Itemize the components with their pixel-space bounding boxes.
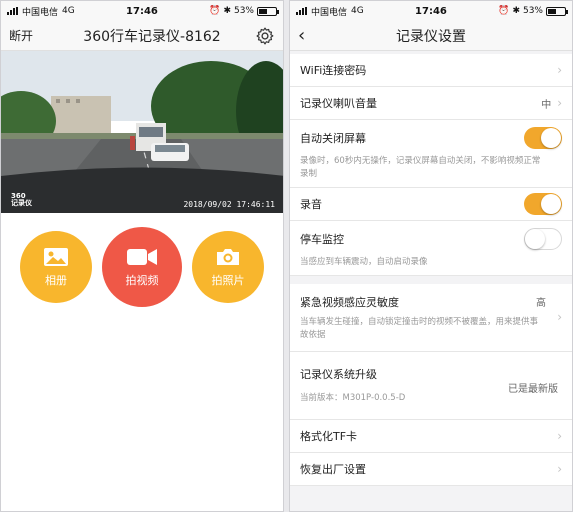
format-tf-card-item[interactable]: 格式化TF卡 › — [290, 420, 572, 453]
status-bar: 中国电信 4G 17:46 ⏰ ✱ 53% — [1, 1, 283, 21]
battery-percent: 53% — [522, 6, 543, 16]
battery-icon — [257, 6, 279, 16]
dashcam-home-screen: 中国电信 4G 17:46 ⏰ ✱ 53% 断开 360行车记录仪-8162 3… — [0, 0, 284, 512]
top-nav-bar: 断开 360行车记录仪-8162 — [1, 21, 283, 51]
parking-monitor-item: 停车监控 当感应到车辆震动，自动启动录像 — [290, 221, 572, 276]
take-photo-button[interactable]: 拍照片 — [192, 231, 264, 303]
chevron-right-icon: › — [557, 96, 562, 110]
settings-list: WiFi连接密码 › 记录仪喇叭音量 中 › 自动关闭屏幕 录像时，60秒内无操作… — [290, 54, 572, 276]
signal-icon — [7, 7, 18, 15]
disconnect-button[interactable]: 断开 — [9, 27, 49, 44]
network-label: 4G — [62, 6, 75, 16]
live-video-preview[interactable]: 360 记录仪 2018/09/02 17:46:11 — [1, 51, 283, 213]
record-video-label: 拍视频 — [125, 273, 159, 287]
emergency-sensitivity-desc: 当车辆发生碰撞，自动锁定撞击时的视频不被覆盖，用来提供事故依据 — [300, 316, 539, 340]
status-bar: 中国电信 4G 17:46 ⏰ ✱ 53% — [290, 1, 572, 21]
video-camera-icon — [127, 248, 157, 265]
chevron-right-icon: › — [557, 462, 562, 476]
emergency-sensitivity-value: 高 — [536, 298, 546, 309]
bluetooth-icon: ✱ — [223, 6, 231, 16]
chevron-right-icon: › — [557, 63, 562, 77]
record-video-button[interactable]: 拍视频 — [102, 227, 182, 307]
speaker-volume-value: 中 — [541, 99, 552, 111]
gear-icon[interactable] — [255, 26, 275, 46]
network-label: 4G — [351, 6, 364, 16]
auto-screen-off-toggle[interactable] — [524, 126, 562, 149]
settings-list-2: 紧急视频感应灵敏度 高 当车辆发生碰撞，自动锁定撞击时的视频不被覆盖，用来提供事… — [290, 284, 572, 486]
battery-percent: 53% — [233, 6, 254, 16]
top-nav-bar: ‹ 记录仪设置 — [290, 21, 572, 51]
chevron-right-icon: › — [557, 309, 562, 324]
carrier-label: 中国电信 — [22, 7, 59, 18]
wifi-password-item[interactable]: WiFi连接密码 › — [290, 54, 572, 87]
page-title: 360行车记录仪-8162 — [83, 28, 221, 45]
system-upgrade-item[interactable]: 记录仪系统升级 当前版本：M301P-0.0.5-D 已是最新版 — [290, 352, 572, 420]
road-scene-image — [1, 51, 283, 213]
speaker-volume-item[interactable]: 记录仪喇叭音量 中 › — [290, 87, 572, 120]
battery-icon — [546, 6, 568, 16]
factory-reset-item[interactable]: 恢复出厂设置 › — [290, 453, 572, 486]
page-title: 记录仪设置 — [396, 28, 466, 45]
bluetooth-icon: ✱ — [512, 6, 520, 16]
video-timestamp: 2018/09/02 17:46:11 — [183, 200, 275, 209]
alarm-icon: ⏰ — [498, 6, 510, 16]
auto-screen-off-item: 自动关闭屏幕 录像时，60秒内无操作，记录仪屏幕自动关闭，不影响视频正常录制 — [290, 120, 572, 188]
dashcam-settings-screen: 中国电信 4G 17:46 ⏰ ✱ 53% ‹ 记录仪设置 WiFi连接密码 ›… — [289, 0, 573, 512]
action-buttons: 相册 拍视频 拍照片 — [1, 213, 283, 307]
album-label: 相册 — [45, 273, 67, 287]
status-time: 17:46 — [415, 5, 447, 17]
auto-screen-off-desc: 录像时，60秒内无操作，记录仪屏幕自动关闭，不影响视频正常录制 — [300, 155, 541, 179]
audio-record-item: 录音 — [290, 188, 572, 221]
audio-record-toggle[interactable] — [524, 193, 562, 215]
parking-monitor-desc: 当感应到车辆震动，自动启动录像 — [300, 256, 428, 267]
brand-logo: 360 记录仪 — [11, 192, 32, 207]
upgrade-status: 已是最新版 — [508, 383, 558, 395]
status-time: 17:46 — [126, 5, 158, 17]
camera-icon — [217, 248, 239, 265]
chevron-right-icon: › — [557, 429, 562, 443]
parking-monitor-toggle[interactable] — [524, 227, 562, 250]
carrier-label: 中国电信 — [311, 7, 348, 18]
take-photo-label: 拍照片 — [211, 273, 245, 287]
signal-icon — [296, 7, 307, 15]
alarm-icon: ⏰ — [209, 6, 221, 16]
album-button[interactable]: 相册 — [20, 231, 92, 303]
emergency-sensitivity-item[interactable]: 紧急视频感应灵敏度 高 当车辆发生碰撞，自动锁定撞击时的视频不被覆盖，用来提供事… — [290, 284, 572, 352]
image-icon — [44, 247, 68, 266]
